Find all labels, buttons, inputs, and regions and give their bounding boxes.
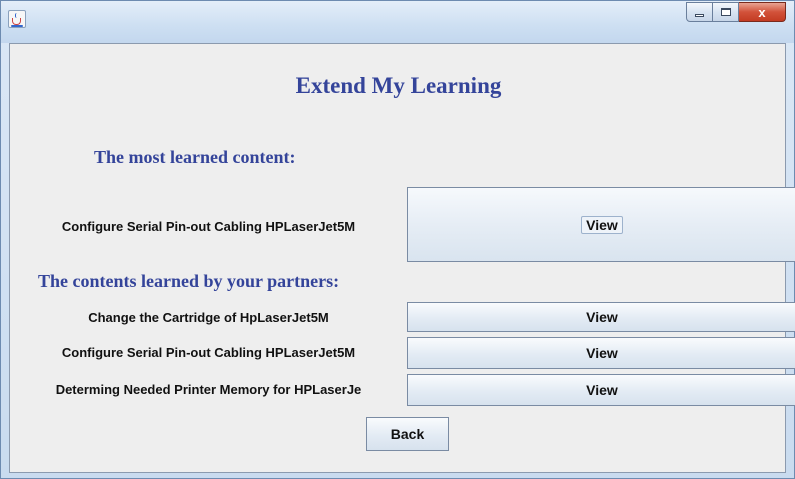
most-learned-heading: The most learned content: (94, 147, 296, 167)
minimize-button[interactable] (686, 2, 713, 22)
partner-content-label: Determing Needed Printer Memory for HPLa… (55, 382, 362, 397)
partner-content-label: Configure Serial Pin-out Cabling HPLaser… (61, 345, 356, 360)
maximize-button[interactable] (713, 2, 739, 22)
partner-view-button[interactable]: View (407, 337, 795, 369)
java-cup-icon[interactable] (8, 10, 26, 28)
partner-view-button[interactable]: View (407, 302, 795, 332)
partner-view-button[interactable]: View (407, 374, 795, 406)
view-button-label: View (586, 309, 618, 325)
maximize-icon (720, 8, 731, 16)
window-controls: x (686, 2, 786, 22)
close-button[interactable]: x (739, 2, 786, 22)
content-panel: Extend My Learning The most learned cont… (9, 43, 795, 473)
back-button-label: Back (390, 426, 425, 442)
partner-content-label: Change the Cartridge of HpLaserJet5M (88, 310, 329, 325)
view-button-label: View (586, 382, 618, 398)
view-button-label: View (581, 215, 623, 234)
view-button-label: View (586, 345, 618, 361)
most-learned-view-button[interactable]: View (407, 187, 795, 262)
most-learned-label: Configure Serial Pin-out Cabling HPLaser… (61, 219, 356, 234)
application-window: x Extend My Learning The most learned co… (0, 0, 795, 479)
page-title: Extend My Learning (295, 73, 502, 98)
minimize-icon (695, 13, 704, 17)
back-button[interactable]: Back (366, 417, 449, 451)
close-icon: x (758, 4, 766, 20)
title-bar[interactable]: x (1, 1, 794, 43)
partners-heading: The contents learned by your partners: (38, 271, 340, 291)
